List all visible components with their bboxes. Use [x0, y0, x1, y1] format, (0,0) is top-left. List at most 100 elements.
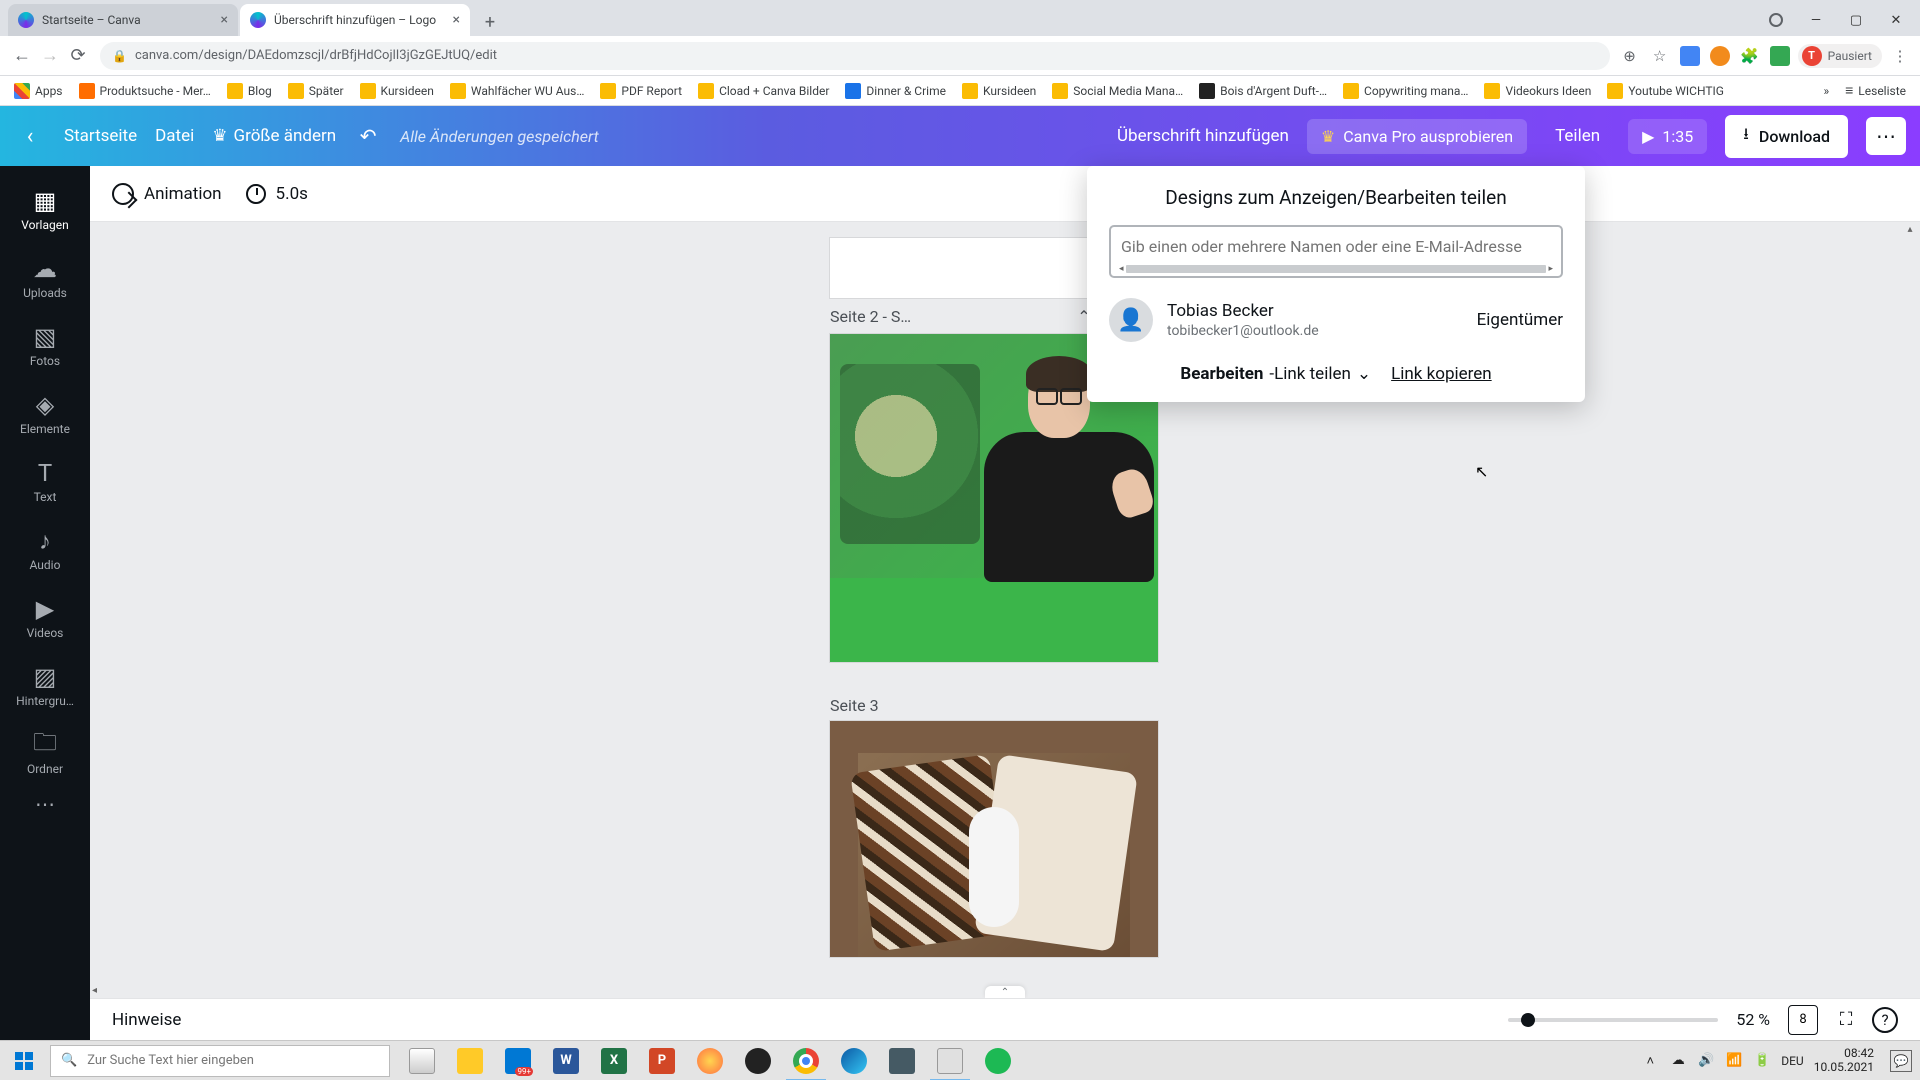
bookmark-item[interactable]: Videokurs Ideen	[1478, 79, 1597, 103]
taskbar-powerpoint[interactable]: P	[638, 1041, 686, 1080]
bookmark-item[interactable]: Kursideen	[956, 79, 1042, 103]
taskbar-search[interactable]: 🔍 Zur Suche Text hier eingeben	[50, 1045, 390, 1077]
permission-dropdown[interactable]: Bearbeiten-Link teilen ⌄	[1180, 364, 1371, 384]
taskbar-explorer[interactable]	[446, 1041, 494, 1080]
reading-list-button[interactable]: ≡Leseliste	[1839, 78, 1912, 103]
bookmarks-overflow[interactable]: »	[1818, 80, 1836, 102]
task-view-button[interactable]	[398, 1041, 446, 1080]
more-menu-button[interactable]: ⋯	[1866, 117, 1906, 155]
notes-button[interactable]: Hinweise	[112, 1010, 181, 1030]
bookmark-item[interactable]: Cload + Canva Bilder	[692, 79, 835, 103]
design-title[interactable]: Überschrift hinzufügen	[1117, 126, 1289, 146]
sidebar-item-templates[interactable]: ▦Vorlagen	[0, 176, 90, 244]
start-button[interactable]	[0, 1041, 48, 1080]
zoom-percent[interactable]: 52 %	[1736, 1010, 1770, 1029]
sidebar-item-videos[interactable]: ▶Videos	[0, 584, 90, 652]
undo-button[interactable]: ↶	[354, 124, 382, 148]
browser-tab-2[interactable]: Überschrift hinzufügen – Logo ×	[240, 4, 470, 36]
tray-chevron-up-icon[interactable]: ˄	[1641, 1052, 1659, 1070]
sidebar-item-folder[interactable]: 🗀Ordner	[0, 720, 90, 788]
star-icon[interactable]: ☆	[1648, 44, 1672, 68]
duration-button[interactable]: 5.0s	[246, 184, 308, 204]
animation-button[interactable]: Animation	[112, 183, 222, 205]
taskbar-app[interactable]	[686, 1041, 734, 1080]
page-3-thumb[interactable]	[830, 721, 1158, 957]
bookmark-item[interactable]: Social Media Mana…	[1046, 79, 1189, 103]
grid-view-button[interactable]: 8	[1788, 1005, 1818, 1035]
zoom-slider[interactable]	[1508, 1018, 1718, 1022]
resize-button[interactable]: ♛ Größe ändern	[212, 126, 336, 146]
help-button[interactable]: ?	[1872, 1007, 1898, 1033]
tray-language[interactable]: DEU	[1781, 1054, 1803, 1068]
bookmark-item[interactable]: Copywriting mana…	[1337, 79, 1474, 103]
bookmark-item[interactable]: Später	[282, 79, 350, 103]
hscroll-left-icon[interactable]: ◂	[92, 985, 97, 996]
reload-button[interactable]: ⟳	[64, 42, 92, 70]
extension-icon[interactable]	[1678, 44, 1702, 68]
bookmark-item[interactable]: Youtube WICHTIG	[1601, 79, 1730, 103]
fullscreen-button[interactable]: ⛶	[1832, 1006, 1860, 1034]
taskbar-app[interactable]	[878, 1041, 926, 1080]
tray-volume-icon[interactable]: 🔊	[1697, 1052, 1715, 1070]
share-input-wrap[interactable]: ◂▸	[1109, 225, 1563, 278]
forward-button[interactable]: →	[36, 42, 64, 70]
bookmark-item[interactable]: Wahlfächer WU Aus…	[444, 79, 591, 103]
close-icon[interactable]: ×	[453, 12, 460, 28]
extensions-puzzle-icon[interactable]: 🧩	[1738, 44, 1762, 68]
bookmark-item[interactable]: Dinner & Crime	[839, 79, 952, 103]
close-icon[interactable]: ×	[221, 12, 228, 28]
kebab-menu-icon[interactable]: ⋮	[1888, 44, 1912, 68]
sidebar-item-background[interactable]: ▨Hintergru…	[0, 652, 90, 720]
tray-clock[interactable]: 08:42 10.05.2021	[1814, 1047, 1874, 1075]
sidebar-item-elements[interactable]: ◈Elemente	[0, 380, 90, 448]
sidebar-item-audio[interactable]: ♪Audio	[0, 516, 90, 584]
taskbar-edge[interactable]	[830, 1041, 878, 1080]
bookmark-item[interactable]: Blog	[221, 79, 278, 103]
present-button[interactable]: ▶ 1:35	[1628, 119, 1707, 154]
apps-button[interactable]: Apps	[8, 79, 69, 103]
vscroll[interactable]: ▴	[1902, 224, 1918, 996]
browser-tab-1[interactable]: Startseite – Canva ×	[8, 4, 238, 36]
page-drawer-handle[interactable]: ⌃	[985, 986, 1025, 998]
action-center-button[interactable]: 💬	[1890, 1050, 1912, 1072]
minimize-button[interactable]: ―	[1798, 6, 1834, 34]
sidebar-item-uploads[interactable]: ☁Uploads	[0, 244, 90, 312]
tray-cloud-icon[interactable]: ☁	[1669, 1052, 1687, 1070]
bookmark-item[interactable]: Bois d'Argent Duft-…	[1193, 79, 1333, 103]
taskbar-chrome[interactable]	[782, 1041, 830, 1080]
bookmark-item[interactable]: Kursideen	[354, 79, 440, 103]
tray-battery-icon[interactable]: 🔋	[1753, 1052, 1771, 1070]
zoom-knob[interactable]	[1521, 1013, 1535, 1027]
sidebar-item-text[interactable]: TText	[0, 448, 90, 516]
input-hscroll[interactable]: ◂▸	[1119, 264, 1553, 274]
taskbar-obs[interactable]	[734, 1041, 782, 1080]
taskbar-app[interactable]	[926, 1041, 974, 1080]
sidebar-item-photos[interactable]: ▧Fotos	[0, 312, 90, 380]
share-button[interactable]: Teilen	[1545, 118, 1610, 154]
pages-viewport[interactable]: Seite 2 - S… ⌃ ⌄ ⿻	[90, 222, 1900, 1040]
back-button[interactable]: ←	[8, 42, 36, 70]
profile-chip[interactable]: T Pausiert	[1798, 44, 1882, 68]
bookmark-item[interactable]: Produktsuche - Mer…	[73, 79, 217, 103]
url-field[interactable]: 🔒 canva.com/design/DAEdomzscjl/drBfjHdCo…	[100, 42, 1610, 70]
extension-icon[interactable]	[1768, 44, 1792, 68]
extension-icon[interactable]	[1708, 44, 1732, 68]
maximize-button[interactable]: ▢	[1838, 6, 1874, 34]
tray-wifi-icon[interactable]: 📶	[1725, 1052, 1743, 1070]
file-menu[interactable]: Datei	[155, 126, 194, 146]
share-email-input[interactable]	[1119, 233, 1553, 260]
copy-link-button[interactable]: Link kopieren	[1391, 364, 1492, 384]
home-link[interactable]: Startseite	[64, 126, 137, 146]
zoom-icon[interactable]: ⊕	[1618, 44, 1642, 68]
taskbar-mail[interactable]: 99+	[494, 1041, 542, 1080]
taskbar-excel[interactable]: X	[590, 1041, 638, 1080]
page-label[interactable]: Seite 2 - S…	[830, 307, 911, 326]
sidebar-more-button[interactable]: ⋯	[35, 792, 55, 816]
close-window-button[interactable]: ✕	[1878, 6, 1914, 34]
try-pro-button[interactable]: ♛ Canva Pro ausprobieren	[1307, 119, 1527, 154]
canvas-area[interactable]: Animation 5.0s Seite 2 - S… ⌃ ⌄ ⿻	[90, 166, 1920, 1040]
bookmark-item[interactable]: PDF Report	[594, 79, 688, 103]
new-tab-button[interactable]: +	[476, 8, 504, 36]
download-button[interactable]: ⭳ Download	[1725, 115, 1848, 158]
account-dot-icon[interactable]	[1758, 6, 1794, 34]
